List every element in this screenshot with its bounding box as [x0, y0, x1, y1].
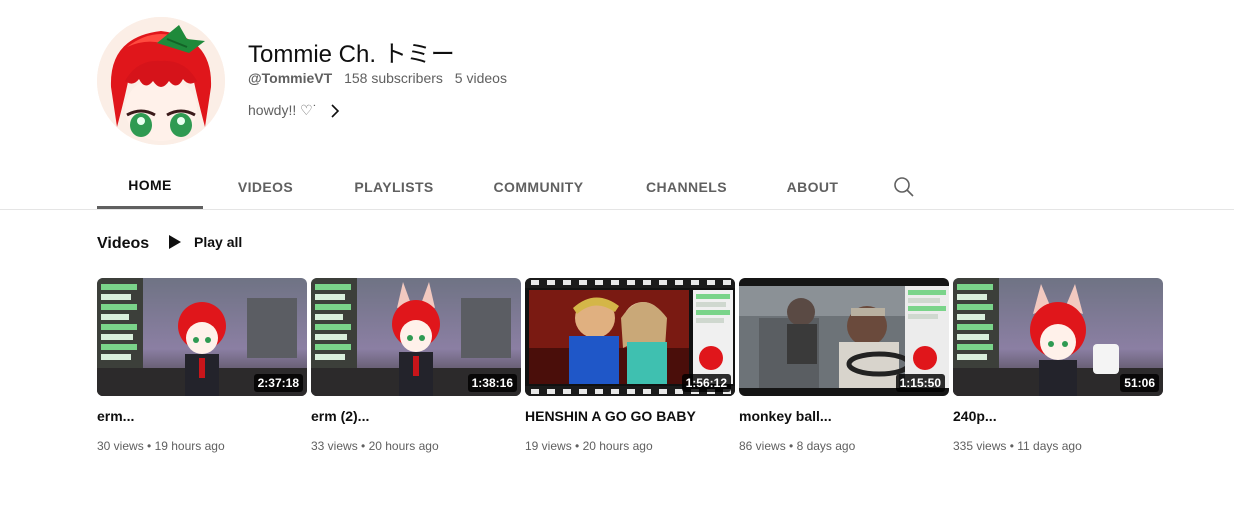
video-card[interactable]: 2:37:18 erm... 30 views • 19 hours ago [97, 278, 307, 453]
video-count: 5 videos [454, 70, 507, 86]
video-duration: 1:15:50 [895, 374, 945, 392]
subscriber-count: 158 subscribers [344, 70, 443, 86]
tab-channels[interactable]: CHANNELS [617, 164, 756, 209]
video-duration: 1:56:12 [681, 374, 731, 392]
tab-about[interactable]: ABOUT [756, 164, 869, 209]
video-title[interactable]: HENSHIN A GO GO BABY [525, 408, 735, 424]
tab-home[interactable]: HOME [97, 164, 203, 209]
video-views: 86 views [739, 439, 786, 453]
video-duration: 51:06 [1120, 374, 1159, 392]
video-thumbnail[interactable]: 51:06 [953, 278, 1163, 396]
video-views: 335 views [953, 439, 1007, 453]
section-title: Videos [97, 235, 150, 252]
video-age: 20 hours ago [582, 439, 653, 453]
video-title[interactable]: 240p... [953, 408, 1163, 424]
play-icon [169, 235, 181, 249]
video-thumbnail[interactable]: 2:37:18 [97, 278, 307, 396]
play-all-button[interactable]: Play all [168, 234, 242, 250]
channel-name: Tommie Ch. トミー [248, 41, 455, 68]
tab-community[interactable]: COMMUNITY [460, 164, 617, 209]
tabs-divider [0, 209, 1234, 210]
video-duration: 1:38:16 [467, 374, 517, 392]
chevron-right-icon[interactable] [327, 103, 343, 119]
channel-description-text: howdy!! ♡˙ [248, 102, 318, 118]
video-views: 19 views [525, 439, 572, 453]
video-meta: 33 views • 20 hours ago [311, 439, 439, 453]
video-meta: 335 views • 11 days ago [953, 439, 1082, 453]
video-card[interactable]: 1:38:16 erm (2)... 33 views • 20 hours a… [311, 278, 521, 453]
video-thumbnail[interactable]: 1:56:12 [525, 278, 735, 396]
channel-handle: @TommieVT [248, 70, 333, 86]
channel-tabs: HOME VIDEOS PLAYLISTS COMMUNITY CHANNELS… [97, 164, 869, 209]
video-title[interactable]: erm (2)... [311, 408, 521, 424]
video-meta: 30 views • 19 hours ago [97, 439, 225, 453]
video-thumbnail[interactable]: 1:38:16 [311, 278, 521, 396]
video-age: 11 days ago [1017, 439, 1082, 453]
channel-description[interactable]: howdy!! ♡˙ [248, 102, 343, 119]
video-card[interactable]: 51:06 240p... 335 views • 11 days ago [953, 278, 1163, 453]
video-title[interactable]: erm... [97, 408, 307, 424]
tab-playlists[interactable]: PLAYLISTS [328, 164, 460, 209]
channel-meta: @TommieVT 158 subscribers 5 videos [248, 70, 507, 86]
video-age: 8 days ago [796, 439, 856, 453]
video-meta: 86 views • 8 days ago [739, 439, 856, 453]
video-age: 20 hours ago [368, 439, 439, 453]
video-title[interactable]: monkey ball... [739, 408, 949, 424]
video-card[interactable]: 1:15:50 monkey ball... 86 views • 8 days… [739, 278, 949, 453]
video-card[interactable]: 1:56:12 HENSHIN A GO GO BABY 19 views • … [525, 278, 735, 453]
video-age: 19 hours ago [154, 439, 225, 453]
video-meta: 19 views • 20 hours ago [525, 439, 653, 453]
video-duration: 2:37:18 [253, 374, 303, 392]
search-icon[interactable] [893, 176, 915, 198]
play-all-label: Play all [194, 234, 243, 250]
video-thumbnail[interactable]: 1:15:50 [739, 278, 949, 396]
channel-avatar[interactable] [97, 17, 225, 145]
video-views: 33 views [311, 439, 358, 453]
video-views: 30 views [97, 439, 144, 453]
tab-videos[interactable]: VIDEOS [203, 164, 328, 209]
